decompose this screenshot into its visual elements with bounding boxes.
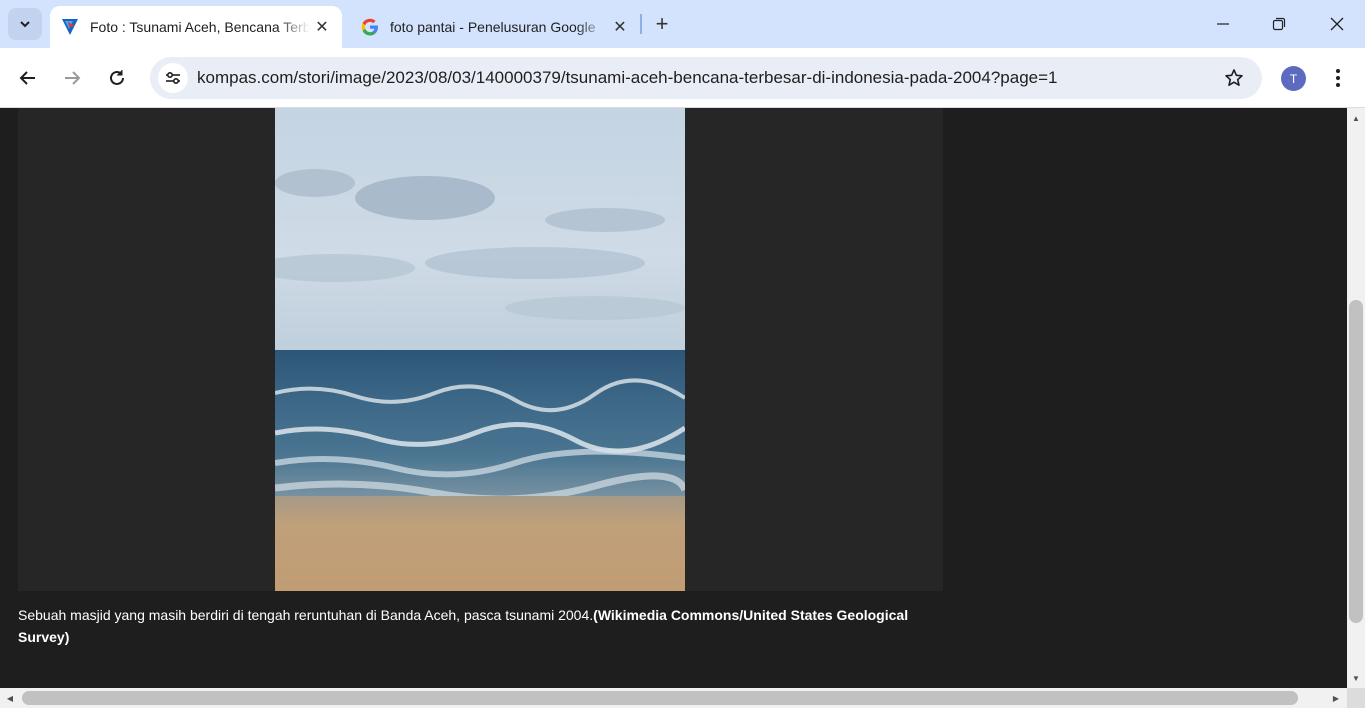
tab-kompas[interactable]: Foto : Tsunami Aceh, Bencana Terbesar di… — [50, 6, 342, 48]
tab-title: Foto : Tsunami Aceh, Bencana Terbesar di… — [90, 19, 310, 35]
url-text[interactable]: kompas.com/stori/image/2023/08/03/140000… — [197, 68, 1057, 88]
vertical-scrollbar[interactable]: ▲ ▼ — [1347, 108, 1365, 688]
scroll-up-icon[interactable]: ▲ — [1347, 110, 1365, 126]
kebab-menu-icon — [1336, 69, 1340, 87]
tab-strip: Foto : Tsunami Aceh, Bencana Terbesar di… — [0, 0, 1365, 48]
photo-frame — [18, 108, 943, 591]
site-info-button[interactable] — [158, 63, 188, 93]
address-bar[interactable]: kompas.com/stori/image/2023/08/03/140000… — [150, 57, 1262, 99]
restore-button[interactable] — [1251, 0, 1307, 48]
page-content: Sebuah masjid yang masih berdiri di teng… — [0, 108, 1347, 688]
article-photo[interactable] — [275, 108, 685, 591]
caption-text: Sebuah masjid yang masih berdiri di teng… — [18, 607, 594, 623]
star-icon — [1225, 69, 1243, 86]
chevron-down-icon — [20, 21, 30, 28]
scroll-right-icon[interactable]: ▶ — [1328, 688, 1344, 708]
profile-avatar[interactable]: T — [1281, 66, 1306, 91]
tab-search-button[interactable] — [8, 8, 42, 40]
photo-caption: Sebuah masjid yang masih berdiri di teng… — [18, 604, 918, 648]
horizontal-scrollbar[interactable]: ◀ ▶ — [0, 688, 1347, 708]
horizontal-scroll-thumb[interactable] — [22, 691, 1298, 705]
bookmark-button[interactable] — [1222, 66, 1246, 90]
tab-separator — [640, 14, 642, 34]
tab-title: foto pantai - Penelusuran Google — [390, 19, 596, 35]
window-close-icon — [1330, 17, 1344, 31]
minimize-button[interactable] — [1195, 0, 1251, 48]
browser-toolbar: kompas.com/stori/image/2023/08/03/140000… — [0, 48, 1365, 108]
window-close-button[interactable] — [1309, 0, 1365, 48]
minimize-icon — [1217, 23, 1229, 25]
reload-icon — [110, 70, 124, 85]
google-favicon-icon — [360, 17, 380, 37]
arrow-left-icon — [19, 71, 35, 85]
new-tab-button[interactable]: + — [648, 10, 676, 38]
restore-icon — [1272, 17, 1286, 31]
scroll-left-icon[interactable]: ◀ — [2, 688, 18, 708]
tab-google[interactable]: foto pantai - Penelusuran Google ✕ — [350, 6, 640, 48]
scroll-down-icon[interactable]: ▼ — [1347, 670, 1365, 686]
reload-button[interactable] — [101, 62, 133, 94]
close-icon[interactable]: ✕ — [310, 15, 334, 39]
scrollbar-corner — [1347, 688, 1365, 708]
arrow-right-icon — [65, 71, 81, 85]
close-icon[interactable]: ✕ — [608, 15, 632, 39]
tune-icon — [166, 71, 180, 85]
beach-image — [275, 108, 685, 591]
forward-button[interactable] — [56, 62, 88, 94]
vertical-scroll-thumb[interactable] — [1349, 300, 1363, 623]
back-button[interactable] — [12, 62, 44, 94]
kompas-favicon-icon — [60, 17, 80, 37]
browser-menu-button[interactable] — [1326, 64, 1350, 92]
